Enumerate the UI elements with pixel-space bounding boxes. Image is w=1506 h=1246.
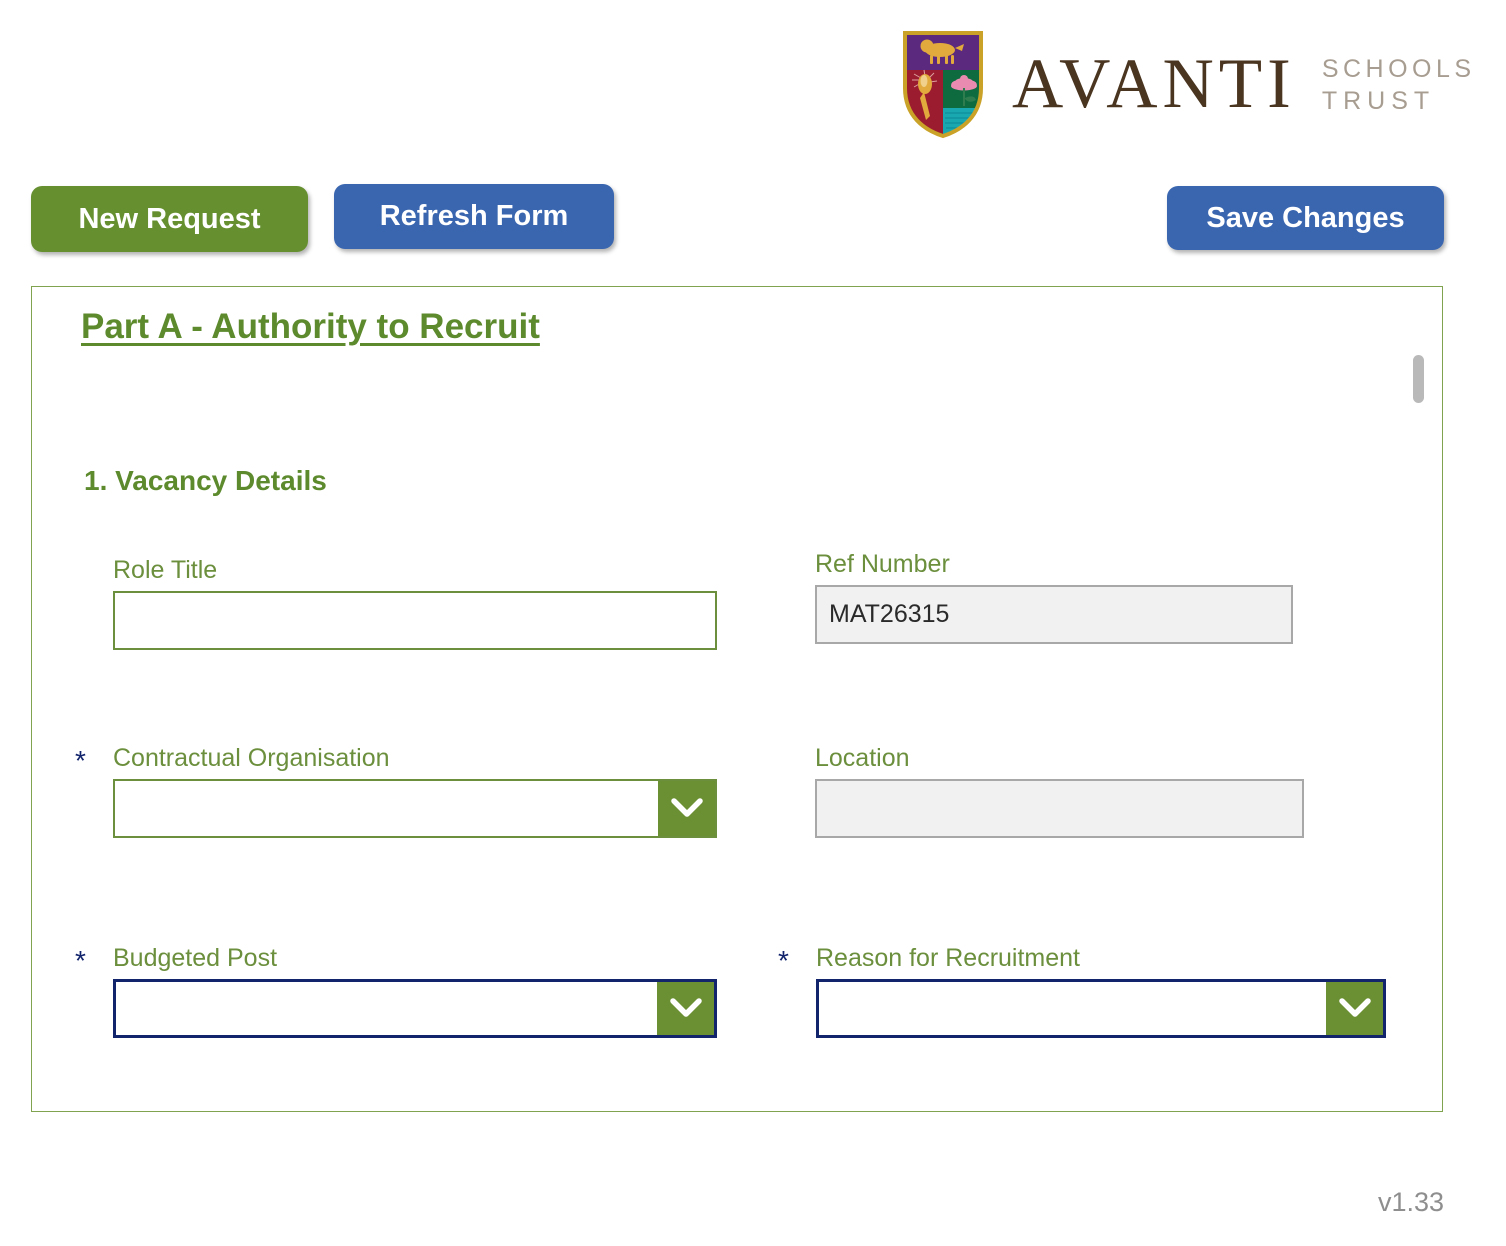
avanti-crest-icon [900,28,986,140]
required-marker: * [778,945,789,976]
field-contractual-organisation: * Contractual Organisation [75,744,717,838]
field-role-title: Role Title [113,556,717,650]
brand-subtitle-line2: TRUST [1321,87,1436,115]
location-label: Location [815,744,910,772]
field-location: Location [815,744,1304,838]
chevron-down-icon[interactable] [658,780,715,836]
ref-number-input: MAT26315 [815,584,1293,644]
field-reason-for-recruitment: * Reason for Recruitment [778,944,1386,1038]
chevron-down-icon[interactable] [657,981,714,1035]
ref-number-label: Ref Number [815,550,950,578]
reason-for-recruitment-label: Reason for Recruitment [816,944,1081,972]
brand-subtitle: SCHOOLS TRUST [1322,51,1476,118]
new-request-button[interactable]: New Request [31,186,308,252]
form-panel: Part A - Authority to Recruit 1. Vacancy… [31,286,1443,1112]
brand-subtitle-line1: SCHOOLS [1321,54,1476,83]
field-ref-number: Ref Number MAT26315 [815,550,1293,644]
reason-for-recruitment-select[interactable] [816,978,1386,1038]
role-title-input[interactable] [113,590,717,650]
page-title: Part A - Authority to Recruit [81,307,540,346]
contractual-organisation-select[interactable] [113,778,717,838]
section-heading-vacancy-details: 1. Vacancy Details [84,465,327,496]
refresh-form-button[interactable]: Refresh Form [334,184,614,249]
contractual-organisation-value [115,781,658,836]
required-marker: * [75,945,86,976]
budgeted-post-value [116,982,657,1035]
required-marker: * [75,745,86,776]
form-scrollbar-thumb[interactable] [1413,355,1424,403]
location-input [815,778,1304,838]
brand-name: AVANTI [1012,44,1296,123]
budgeted-post-select[interactable] [113,978,717,1038]
form-scrollbar[interactable] [1413,287,1434,1111]
version-label: v1.33 [1377,1187,1444,1217]
brand-logo: AVANTI SCHOOLS TRUST [900,28,1476,140]
save-changes-button[interactable]: Save Changes [1167,186,1444,250]
field-budgeted-post: * Budgeted Post [75,944,717,1038]
budgeted-post-label: Budgeted Post [113,944,278,972]
reason-for-recruitment-value [819,982,1326,1035]
brand-wordmark: AVANTI SCHOOLS TRUST [1012,44,1476,123]
contractual-organisation-label: Contractual Organisation [113,744,390,772]
role-title-label: Role Title [113,556,218,584]
chevron-down-icon[interactable] [1326,981,1383,1035]
